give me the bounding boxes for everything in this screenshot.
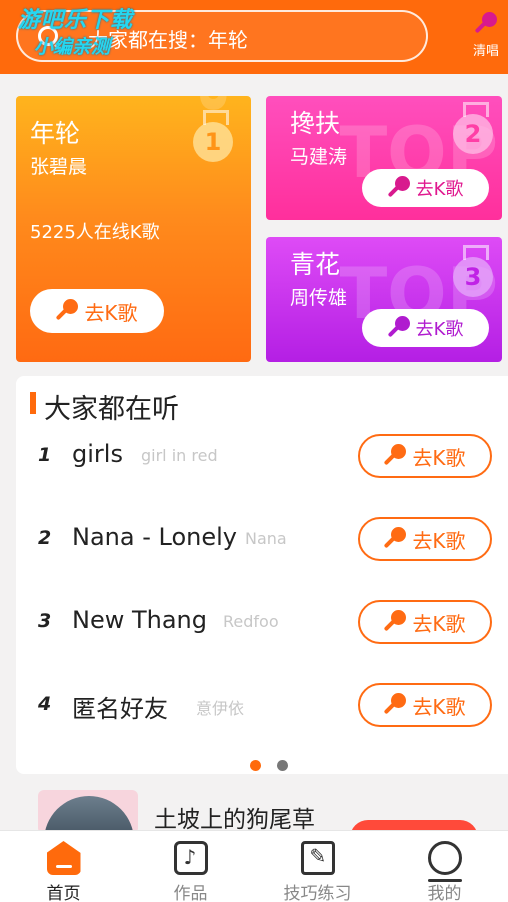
microphone-icon	[384, 693, 407, 717]
bottom-nav: 首页 作品 技巧练习 我的	[0, 830, 508, 902]
list-item[interactable]: 1 girls girl in red 去K歌	[16, 432, 508, 482]
online-count: 5225人在线K歌	[30, 222, 160, 243]
list-item[interactable]: 4 匿名好友 意伊依 去K歌	[16, 681, 508, 731]
watermark-line2: 小编亲测	[34, 36, 111, 58]
microphone-icon	[384, 610, 407, 634]
section-accent-bar	[30, 392, 36, 414]
microphone-icon	[56, 299, 79, 323]
song-title: Nana - Lonely	[72, 523, 237, 551]
top-card-2[interactable]: TOP 2 搀扶 马建涛 去K歌	[266, 96, 502, 220]
rank-medal-icon: 2	[453, 102, 493, 154]
sing-button-label: 去K歌	[412, 694, 466, 719]
nav-label: 技巧练习	[283, 884, 352, 902]
recommend-song-title: 土坡上的狗尾草	[154, 807, 315, 833]
rank-number: 1	[38, 444, 52, 466]
song-title: New Thang	[72, 606, 207, 634]
qingchang-label: 清唱	[472, 44, 499, 59]
cover-image	[44, 796, 134, 834]
song-artist: 意伊依	[196, 699, 245, 718]
nav-item-home[interactable]: 首页	[0, 841, 127, 902]
music-file-icon	[173, 841, 208, 875]
page-dot[interactable]	[277, 760, 288, 771]
top-card-1[interactable]: TOP 1 年轮 张碧晨 5225人在线K歌 去K歌	[16, 96, 251, 362]
rank-number: 4	[38, 693, 52, 715]
song-artist: Redfoo	[223, 612, 279, 631]
top-card-3[interactable]: TOP 3 青花 周传雄 去K歌	[266, 237, 502, 362]
microphone-icon	[388, 176, 410, 200]
sing-button-label: 去K歌	[412, 528, 466, 553]
sing-button[interactable]: 去K歌	[358, 683, 492, 727]
watermark-overlay: 游吧乐下载 小编亲测	[18, 8, 133, 60]
sing-button[interactable]: 去K歌	[362, 169, 489, 207]
top-song-singer: 马建涛	[290, 146, 348, 168]
list-item[interactable]: 2 Nana - Lonely Nana 去K歌	[16, 515, 508, 565]
microphone-icon	[388, 316, 410, 340]
nav-item-works[interactable]: 作品	[127, 841, 254, 902]
top-song-singer: 张碧晨	[30, 156, 88, 178]
header-bar: 大家都在搜：年轮 游吧乐下载 小编亲测 清唱	[0, 0, 508, 74]
microphone-icon	[384, 444, 407, 468]
nav-label: 作品	[173, 884, 208, 902]
sing-button[interactable]: 去K歌	[358, 517, 492, 561]
sing-button[interactable]: 去K歌	[358, 600, 492, 644]
rank-number: 2	[38, 527, 52, 549]
song-cover-thumbnail[interactable]	[38, 790, 138, 834]
nav-label: 首页	[46, 884, 81, 902]
top-song-title: 年轮	[30, 119, 81, 148]
edit-icon	[300, 841, 335, 875]
microphone-icon	[384, 527, 407, 551]
rank-medal-icon: 1	[193, 110, 233, 162]
sing-button-label: 去K歌	[412, 611, 466, 636]
sing-button[interactable]: 去K歌	[30, 289, 164, 333]
user-icon	[427, 841, 462, 882]
top-song-singer: 周传雄	[290, 287, 348, 309]
page-indicator	[250, 756, 304, 775]
list-item[interactable]: 3 New Thang Redfoo 去K歌	[16, 598, 508, 648]
sing-button-label: 去K歌	[84, 300, 138, 325]
qingchang-button[interactable]: 清唱	[466, 12, 506, 59]
sing-button[interactable]: 去K歌	[362, 309, 489, 347]
section-title: 大家都在听	[44, 394, 179, 425]
top-song-title: 搀扶	[290, 109, 341, 138]
song-artist: girl in red	[141, 446, 218, 465]
microphone-icon	[475, 12, 497, 36]
page-dot[interactable]	[250, 760, 261, 771]
sing-button[interactable]: 去K歌	[358, 434, 492, 478]
sing-button-label: 去K歌	[412, 445, 466, 470]
nav-item-skills[interactable]: 技巧练习	[254, 841, 381, 902]
song-title: girls	[72, 440, 123, 468]
nav-item-me[interactable]: 我的	[381, 841, 508, 902]
watermark-line1: 游吧乐下载	[18, 8, 134, 33]
listening-section: 大家都在听 1 girls girl in red 去K歌 2 Nana - L…	[16, 376, 508, 774]
rank-medal-icon: 3	[453, 245, 493, 297]
song-title: 匿名好友	[72, 695, 168, 723]
sing-button-label: 去K歌	[415, 319, 464, 340]
sing-button-label: 去K歌	[415, 179, 464, 200]
home-icon	[46, 841, 81, 875]
nav-label: 我的	[427, 884, 462, 902]
top-song-title: 青花	[290, 250, 341, 279]
rank-number: 3	[38, 610, 52, 632]
song-artist: Nana	[245, 529, 287, 548]
